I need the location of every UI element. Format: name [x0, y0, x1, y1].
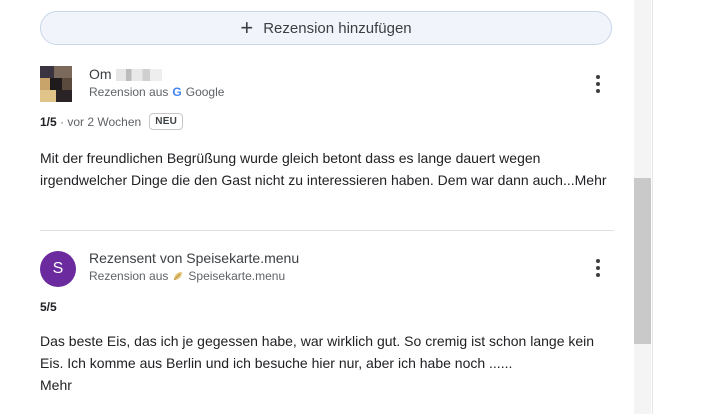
more-link[interactable]: Mehr [40, 377, 72, 393]
panel-divider [652, 0, 653, 414]
add-review-button[interactable]: + Rezension hinzufügen [40, 11, 612, 45]
source-name: Google [185, 85, 225, 99]
review-meta: 5/5 [40, 300, 57, 314]
scrollbar-thumb[interactable] [634, 178, 651, 344]
google-icon: G [172, 85, 182, 99]
source-prefix: Rezension aus [89, 269, 169, 283]
more-options-icon[interactable] [588, 254, 608, 282]
review-source: Rezension aus G Google [89, 85, 224, 99]
more-options-icon[interactable] [588, 70, 608, 98]
rating: 1/5 [40, 114, 57, 129]
review-meta: 1/5 · vor 2 Wochen NEU [40, 113, 184, 130]
plus-icon: + [240, 15, 254, 40]
reviewer-name[interactable]: Rezensent von Speisekarte.menu [89, 250, 299, 266]
source-prefix: Rezension aus [89, 85, 169, 99]
review-text-body: Das beste Eis, das ich je gegessen habe,… [40, 333, 595, 371]
avatar[interactable]: S [40, 251, 76, 287]
reviewer-name-text: Om [89, 66, 112, 82]
review-text-body: Mit der freundlichen Begrüßung wurde gle… [40, 150, 575, 188]
review-time: · vor 2 Wochen [60, 114, 142, 129]
review-divider [40, 230, 614, 231]
add-review-label: Rezension hinzufügen [263, 19, 412, 37]
review-text: Das beste Eis, das ich je gegessen habe,… [40, 330, 615, 396]
blurred-name [115, 69, 162, 82]
new-badge: NEU [149, 113, 184, 130]
avatar[interactable] [40, 66, 72, 102]
reviewer-name[interactable]: Om [89, 66, 162, 82]
review-text: Mit der freundlichen Begrüßung wurde gle… [40, 147, 615, 191]
speisekarte-icon [174, 272, 183, 281]
review-source: Rezension aus Speisekarte.menu [89, 269, 285, 283]
source-name: Speisekarte.menu [188, 269, 286, 283]
rating: 5/5 [40, 300, 57, 314]
more-link[interactable]: Mehr [575, 172, 607, 188]
